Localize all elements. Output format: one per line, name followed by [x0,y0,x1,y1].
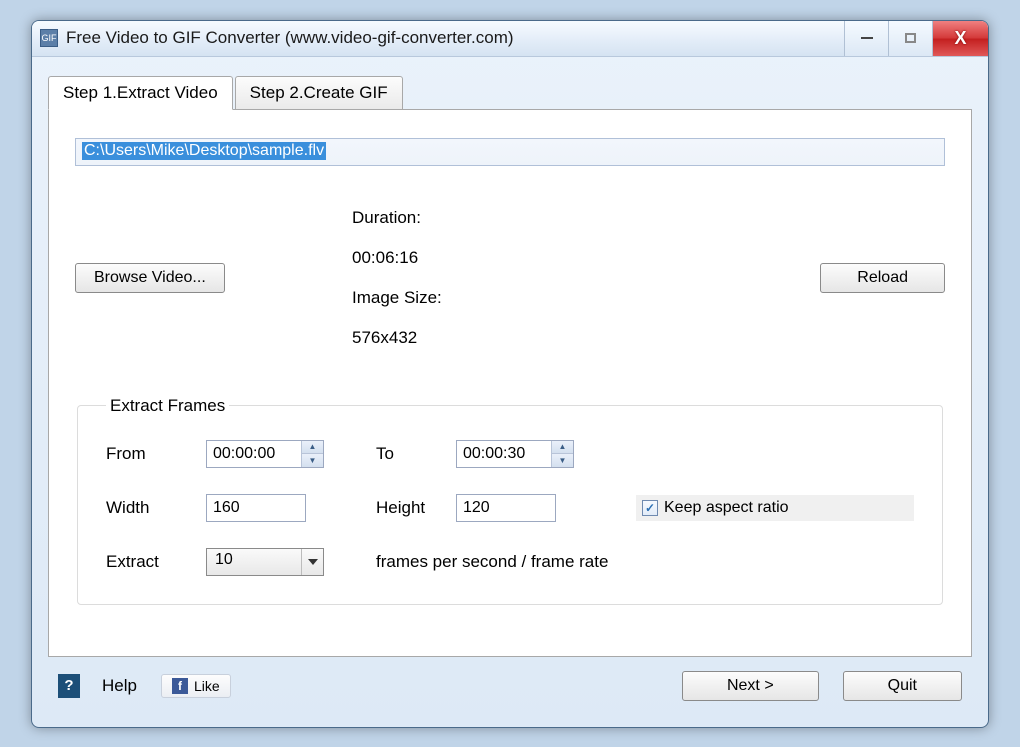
extract-grid: From ▲ ▼ To ▲ ▼ [106,440,914,576]
from-label: From [106,444,206,464]
to-spin-up[interactable]: ▲ [552,441,573,455]
maximize-icon [905,33,916,43]
to-input[interactable] [457,441,551,467]
keep-aspect-label: Keep aspect ratio [664,499,789,517]
extract-label: Extract [106,552,206,572]
titlebar[interactable]: GIF Free Video to GIF Converter (www.vid… [32,21,988,57]
close-icon: X [954,28,966,49]
extract-frames-legend: Extract Frames [106,396,229,416]
minimize-button[interactable] [844,21,888,56]
keep-aspect-checkbox[interactable]: ✓ Keep aspect ratio [636,495,914,521]
combo-arrow[interactable] [301,549,323,575]
content-area: Step 1.Extract Video Step 2.Create GIF C… [32,57,988,727]
tabs: Step 1.Extract Video Step 2.Create GIF [48,75,972,109]
width-input[interactable] [206,494,306,522]
footer: ? Help f Like Next > Quit [48,657,972,719]
height-input[interactable] [456,494,556,522]
extract-suffix: frames per second / frame rate [346,552,914,572]
maximize-button[interactable] [888,21,932,56]
video-path-value: C:\Users\Mike\Desktop\sample.flv [82,142,326,160]
facebook-like-button[interactable]: f Like [161,674,231,698]
reload-button[interactable]: Reload [820,263,945,293]
to-spinner[interactable]: ▲ ▼ [456,440,574,468]
chevron-down-icon [308,559,318,565]
help-icon[interactable]: ? [58,674,80,698]
like-label: Like [194,678,220,694]
browse-row: Browse Video... Duration: 00:06:16 Image… [75,188,945,368]
duration-label: Duration: [352,208,421,227]
close-button[interactable]: X [932,21,988,56]
from-spin-down[interactable]: ▼ [302,454,323,467]
tab-panel-step1: C:\Users\Mike\Desktop\sample.flv Browse … [48,109,972,657]
from-spin-buttons: ▲ ▼ [301,441,323,467]
app-icon: GIF [40,29,58,47]
tab-step2[interactable]: Step 2.Create GIF [235,76,403,110]
help-link[interactable]: Help [102,676,137,696]
extract-frames-group: Extract Frames From ▲ ▼ To ▲ [77,396,943,605]
from-input[interactable] [207,441,301,467]
to-spin-buttons: ▲ ▼ [551,441,573,467]
tab-step1[interactable]: Step 1.Extract Video [48,76,233,110]
window-title: Free Video to GIF Converter (www.video-g… [66,28,844,48]
width-label: Width [106,498,206,518]
from-spin-up[interactable]: ▲ [302,441,323,455]
video-path-input[interactable]: C:\Users\Mike\Desktop\sample.flv [75,138,945,166]
next-button[interactable]: Next > [682,671,819,701]
checkbox-icon: ✓ [642,500,658,516]
window: GIF Free Video to GIF Converter (www.vid… [31,20,989,728]
imagesize-label: Image Size: [352,288,442,307]
to-spin-down[interactable]: ▼ [552,454,573,467]
window-buttons: X [844,21,988,56]
from-spinner[interactable]: ▲ ▼ [206,440,324,468]
video-info: Duration: 00:06:16 Image Size: 576x432 [305,188,442,368]
quit-button[interactable]: Quit [843,671,962,701]
imagesize-value: 576x432 [352,328,417,347]
minimize-icon [861,37,873,39]
extract-combo[interactable]: 10 [206,548,324,576]
duration-value: 00:06:16 [352,248,418,267]
height-label: Height [346,498,456,518]
to-label: To [346,444,456,464]
extract-value: 10 [207,549,301,575]
facebook-icon: f [172,678,188,694]
browse-video-button[interactable]: Browse Video... [75,263,225,293]
